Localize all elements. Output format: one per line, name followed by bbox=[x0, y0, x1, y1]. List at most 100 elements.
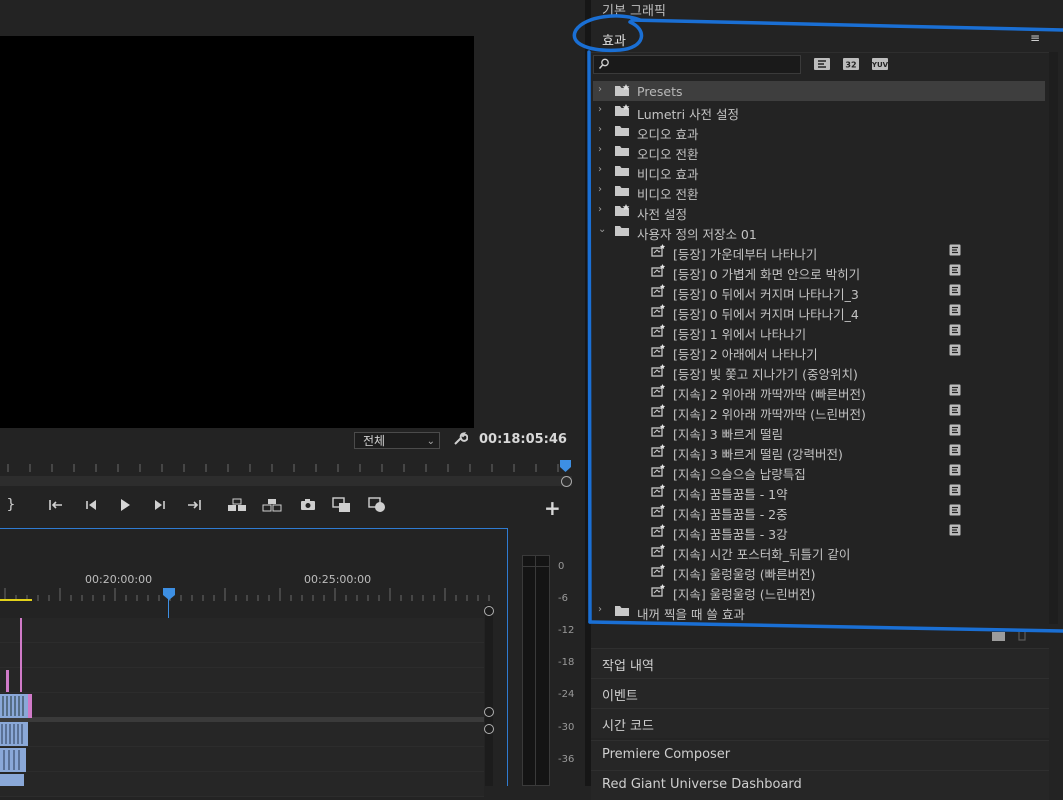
scroll-handle[interactable] bbox=[484, 724, 494, 734]
playhead-timecode[interactable]: 00:18:05:46 bbox=[479, 432, 567, 447]
effect-preset-item[interactable]: [등장] 2 아래에서 나타나기 bbox=[593, 341, 1045, 362]
timeline-ruler[interactable] bbox=[0, 588, 490, 602]
go-to-out-icon[interactable] bbox=[183, 494, 205, 516]
clip-stack[interactable] bbox=[0, 618, 36, 786]
panel-menu-icon[interactable]: ≡ bbox=[1030, 31, 1040, 45]
preset-icon bbox=[650, 464, 666, 477]
monitor-time-ruler[interactable] bbox=[0, 460, 572, 476]
video-track[interactable] bbox=[0, 693, 484, 718]
monitor-scrub-bar[interactable] bbox=[0, 476, 572, 486]
timeline-vertical-scrollbar[interactable] bbox=[485, 605, 493, 786]
audio-track[interactable] bbox=[0, 722, 484, 747]
preset-icon bbox=[650, 344, 666, 357]
panel-red-giant-dashboard[interactable]: Red Giant Universe Dashboard bbox=[591, 770, 1049, 800]
panel-events[interactable]: 이벤트 bbox=[591, 678, 1049, 708]
panel-premiere-composer[interactable]: Premiere Composer bbox=[591, 740, 1049, 770]
db-label: -18 bbox=[558, 657, 575, 668]
effect-preset-item[interactable]: [등장] 1 위에서 나타나기 bbox=[593, 321, 1045, 342]
32bit-color-icon[interactable]: 32 bbox=[842, 57, 860, 71]
effect-preset-item[interactable]: [지속] 3 빠르게 떨림 (강력버전) bbox=[593, 441, 1045, 462]
effect-preset-item[interactable]: [등장] 0 뒤에서 커지며 나타나기_3 bbox=[593, 281, 1045, 302]
scroll-handle[interactable] bbox=[484, 606, 494, 616]
db-label: -36 bbox=[558, 754, 575, 765]
chevron-right-icon[interactable]: › bbox=[598, 165, 606, 175]
panel-label: 이벤트 bbox=[602, 689, 638, 704]
video-track[interactable] bbox=[0, 643, 484, 668]
chevron-right-icon[interactable]: › bbox=[598, 145, 606, 155]
effect-preset-item[interactable]: [지속] 울렁울렁 (빠른버전) bbox=[593, 561, 1045, 582]
effect-preset-item[interactable]: [지속] 2 위아래 까딱까딱 (빠른버전) bbox=[593, 381, 1045, 402]
wrench-icon[interactable] bbox=[452, 431, 468, 447]
zoom-handle[interactable] bbox=[561, 476, 572, 487]
trash-icon[interactable] bbox=[1017, 629, 1027, 641]
tab-essential-graphics[interactable]: 기본 그래픽 bbox=[602, 0, 666, 19]
effects-scrollbar[interactable] bbox=[1049, 52, 1058, 624]
preset-icon bbox=[650, 304, 666, 317]
monitor-playhead[interactable] bbox=[560, 460, 571, 472]
chevron-right-icon[interactable]: › bbox=[598, 105, 606, 115]
effect-preset-item[interactable]: [등장] 빛 쫓고 지나가기 (중앙위치) bbox=[593, 361, 1045, 382]
insert-icon[interactable] bbox=[331, 494, 353, 516]
extract-icon[interactable] bbox=[261, 494, 283, 516]
chevron-right-icon[interactable]: › bbox=[598, 185, 606, 195]
effect-preset-item[interactable]: [등장] 0 뒤에서 커지며 나타나기_4 bbox=[593, 301, 1045, 322]
tab-effects[interactable]: 효과 bbox=[602, 30, 626, 49]
effect-folder-item[interactable]: › 비디오 효과 bbox=[593, 161, 1045, 183]
effect-folder-item[interactable]: ⌄ 사용자 정의 저장소 01 bbox=[593, 221, 1045, 243]
effect-folder-item[interactable]: › 사전 설정 bbox=[593, 201, 1045, 222]
chevron-down-icon[interactable]: ⌄ bbox=[598, 225, 606, 235]
lift-icon[interactable] bbox=[226, 494, 248, 516]
effect-preset-item[interactable]: [지속] 울렁울렁 (느린버전) bbox=[593, 581, 1045, 602]
yuv-effects-icon[interactable]: YUV bbox=[871, 57, 889, 71]
step-forward-icon[interactable] bbox=[149, 494, 171, 516]
panel-history[interactable]: 작업 내역 bbox=[591, 648, 1049, 678]
new-bin-icon[interactable] bbox=[992, 632, 1005, 641]
audio-track[interactable] bbox=[0, 772, 484, 797]
effect-folder-item[interactable]: › 내꺼 찍을 때 쓸 효과 bbox=[593, 601, 1045, 623]
timeline-playhead[interactable] bbox=[163, 588, 175, 600]
ruler-timecode: 00:20:00:00 bbox=[85, 573, 153, 586]
effect-preset-item[interactable]: [지속] 꿈틀꿈틀 - 2중 bbox=[593, 501, 1045, 522]
ruler-timecode: 00:25:00:00 bbox=[304, 573, 372, 586]
effect-folder-item[interactable]: › 오디오 효과 bbox=[593, 121, 1045, 143]
chevron-right-icon[interactable]: › bbox=[598, 605, 606, 615]
video-track[interactable] bbox=[0, 618, 484, 643]
effect-preset-item[interactable]: [등장] 가운데부터 나타나기 bbox=[593, 241, 1045, 262]
step-back-icon[interactable] bbox=[80, 494, 102, 516]
preset-icon bbox=[650, 504, 666, 517]
chevron-right-icon[interactable]: › bbox=[598, 85, 606, 95]
mark-out-icon[interactable]: } bbox=[0, 494, 22, 516]
accelerated-effects-icon[interactable] bbox=[813, 57, 831, 71]
overwrite-icon[interactable] bbox=[367, 494, 389, 516]
effect-preset-item[interactable]: [지속] 꿈틀꿈틀 - 1약 bbox=[593, 481, 1045, 502]
preset-icon bbox=[650, 244, 666, 257]
video-preview[interactable] bbox=[0, 36, 474, 428]
panel-timecode[interactable]: 시간 코드 bbox=[591, 708, 1049, 738]
effects-search-input[interactable] bbox=[593, 55, 801, 74]
db-label: 0 bbox=[558, 561, 565, 572]
export-frame-icon[interactable] bbox=[297, 494, 319, 516]
scroll-handle[interactable] bbox=[484, 707, 494, 717]
effect-preset-item[interactable]: [지속] 3 빠르게 떨림 bbox=[593, 421, 1045, 442]
effect-folder-item[interactable]: › Lumetri 사전 설정 bbox=[593, 101, 1045, 122]
folder-icon bbox=[614, 164, 630, 177]
effect-folder-item[interactable]: › 오디오 전환 bbox=[593, 141, 1045, 163]
effect-preset-item[interactable]: [등장] 0 가볍게 화면 안으로 박히기 bbox=[593, 261, 1045, 282]
chevron-right-icon[interactable]: › bbox=[598, 125, 606, 135]
folder-icon bbox=[614, 604, 630, 617]
add-button[interactable]: + bbox=[544, 496, 561, 520]
effect-preset-item[interactable]: [지속] 시간 포스터화_뒤틀기 같이 bbox=[593, 541, 1045, 562]
play-icon[interactable] bbox=[114, 494, 136, 516]
effect-preset-item[interactable]: [지속] 으슬으슬 납량특집 bbox=[593, 461, 1045, 482]
effect-preset-item[interactable]: [지속] 2 위아래 까딱까딱 (느린버전) bbox=[593, 401, 1045, 422]
search-icon bbox=[598, 58, 609, 69]
effect-folder-item[interactable]: › 비디오 전환 bbox=[593, 181, 1045, 203]
audio-track[interactable] bbox=[0, 747, 484, 772]
go-to-in-icon[interactable] bbox=[45, 494, 67, 516]
fit-zoom-select[interactable]: 전체 ⌄ bbox=[354, 432, 440, 449]
chevron-right-icon[interactable]: › bbox=[598, 205, 606, 215]
effect-preset-item[interactable]: [지속] 꿈틀꿈틀 - 3강 bbox=[593, 521, 1045, 542]
video-track[interactable] bbox=[0, 668, 484, 693]
effect-folder-item[interactable]: › Presets bbox=[593, 81, 1045, 101]
panel-label: 작업 내역 bbox=[602, 659, 654, 674]
